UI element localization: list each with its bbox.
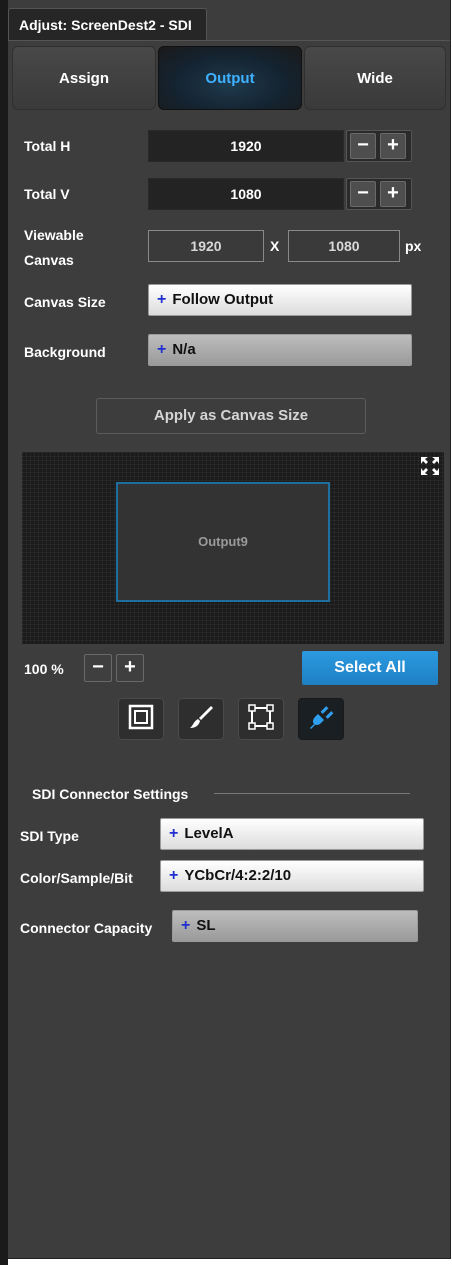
zoom-out-button[interactable]: − — [84, 654, 112, 682]
select-all-button[interactable]: Select All — [302, 651, 438, 685]
tab-assign[interactable]: Assign — [12, 46, 156, 110]
left-edge — [0, 0, 8, 1265]
total-h-increment-button[interactable]: + — [380, 133, 406, 159]
total-h-label: Total H — [24, 138, 71, 154]
viewable-width-field[interactable]: 1920 — [148, 230, 264, 262]
brush-icon — [187, 703, 215, 736]
crop-tool-button[interactable] — [238, 698, 284, 740]
background-label: Background — [24, 344, 106, 360]
viewable-unit: px — [405, 238, 422, 254]
total-v-value[interactable]: 1080 — [148, 178, 344, 210]
plus-icon: + — [157, 341, 167, 358]
color-sample-bit-label: Color/Sample/Bit — [20, 870, 133, 886]
sdi-type-value: LevelA — [184, 825, 234, 842]
sdi-type-dropdown[interactable]: + LevelA — [160, 818, 424, 850]
plus-icon: + — [169, 867, 179, 884]
color-sample-bit-value: YCbCr/4:2:2/10 — [184, 867, 292, 884]
color-sample-bit-dropdown[interactable]: + YCbCr/4:2:2/10 — [160, 860, 424, 892]
viewable-canvas-label-line2: Canvas — [24, 252, 74, 268]
total-v-increment-button[interactable]: + — [380, 181, 406, 207]
background-value: N/a — [172, 341, 196, 358]
viewable-height-field[interactable]: 1080 — [288, 230, 400, 262]
sdi-type-label: SDI Type — [20, 828, 79, 844]
connector-plug-icon — [307, 703, 335, 736]
total-h-value[interactable]: 1920 — [148, 130, 344, 162]
plus-icon: + — [169, 825, 179, 842]
crop-icon — [247, 703, 275, 736]
total-h-decrement-button[interactable]: − — [350, 133, 376, 159]
plus-icon: + — [157, 291, 167, 308]
frame-tool-button[interactable] — [118, 698, 164, 740]
tab-wide[interactable]: Wide — [304, 46, 446, 110]
viewable-canvas-label-line1: Viewable — [24, 227, 84, 243]
connector-capacity-label: Connector Capacity — [20, 920, 153, 936]
connector-capacity-value: SL — [196, 917, 216, 934]
sdi-section-title: SDI Connector Settings — [32, 786, 189, 802]
connector-capacity-dropdown[interactable]: + SL — [172, 910, 418, 942]
expand-icon[interactable] — [420, 456, 440, 476]
apply-canvas-size-button[interactable]: Apply as Canvas Size — [96, 398, 366, 434]
canvas-size-dropdown[interactable]: + Follow Output — [148, 284, 412, 316]
brush-tool-button[interactable] — [178, 698, 224, 740]
tab-bar: Assign Output Wide — [12, 46, 446, 110]
total-v-decrement-button[interactable]: − — [350, 181, 376, 207]
background-dropdown[interactable]: + N/a — [148, 334, 412, 366]
viewable-separator: X — [270, 238, 280, 254]
output-rect[interactable]: Output9 — [116, 482, 330, 602]
title-divider — [8, 40, 450, 41]
connector-tool-button[interactable] — [298, 698, 344, 740]
zoom-in-button[interactable]: + — [116, 654, 144, 682]
section-divider — [214, 793, 410, 794]
total-v-label: Total V — [24, 186, 70, 202]
tab-output[interactable]: Output — [158, 46, 302, 110]
canvas-size-value: Follow Output — [172, 291, 274, 308]
canvas-size-label: Canvas Size — [24, 294, 106, 310]
canvas-preview[interactable]: Output9 — [22, 452, 444, 644]
zoom-level: 100 % — [24, 661, 64, 677]
plus-icon: + — [181, 917, 191, 934]
window-title: Adjust: ScreenDest2 - SDI — [8, 8, 207, 41]
frame-icon — [128, 704, 154, 735]
